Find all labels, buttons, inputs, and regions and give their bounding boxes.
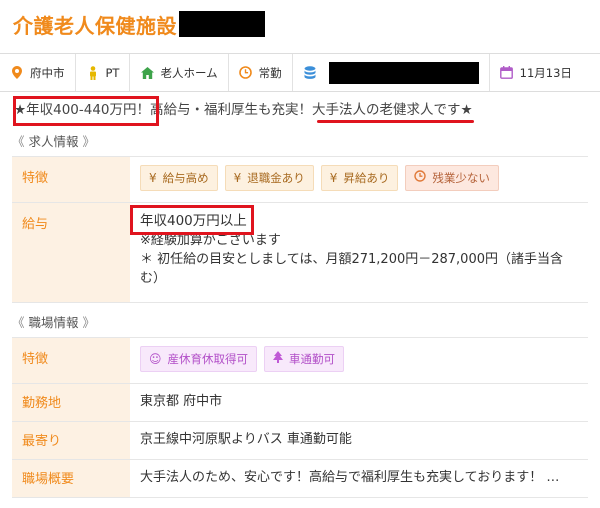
- job-info-table: 特徴 ¥ 給与高め ¥ 退職金あり ¥ 昇給あり 残業少ない 給与 年収400万円以上…: [12, 156, 588, 303]
- workplace-tags: ☺ 産休育休取得可 車通勤可: [140, 346, 578, 372]
- row-value-summary: 大手法人のため、安心です！高給与で福利厚生も充実しております！ …: [130, 459, 588, 498]
- row-label-workplace-features: 特徴: [12, 337, 130, 384]
- row-value-access: 京王線中河原駅よりバス 車通勤可能: [130, 421, 588, 460]
- person-icon: [86, 65, 100, 80]
- section-heading-workplace: 《 職場情報 》: [12, 315, 96, 330]
- tag-maternity-leave: ☺ 産休育休取得可: [140, 346, 258, 372]
- meta-facility-type: 老人ホーム: [130, 54, 229, 91]
- meta-location-text: 府中市: [30, 65, 65, 80]
- feature-tags: ¥ 給与高め ¥ 退職金あり ¥ 昇給あり 残業少ない: [140, 165, 578, 191]
- clock-icon: [414, 169, 427, 188]
- row-label-salary: 給与: [12, 202, 130, 303]
- row-label-features: 特徴: [12, 156, 130, 203]
- meta-employment-text: 常勤: [258, 65, 282, 80]
- tag-retirement: ¥ 退職金あり: [224, 165, 314, 191]
- table-row: 最寄り 京王線中河原駅よりバス 車通勤可能: [12, 421, 588, 460]
- tree-icon: [273, 350, 284, 369]
- meta-employment: 常勤: [229, 54, 293, 91]
- smiley-icon: ☺: [149, 351, 162, 366]
- meta-date-text: 11月13日: [519, 65, 572, 80]
- yen-icon: ¥: [149, 170, 157, 185]
- catch-tail: ★: [460, 102, 473, 118]
- red-highlight-box-annual: [130, 205, 254, 235]
- table-row: 特徴 ☺ 産休育休取得可 車通勤可: [12, 337, 588, 384]
- row-value-features: ¥ 給与高め ¥ 退職金あり ¥ 昇給あり 残業少ない: [130, 156, 588, 203]
- catch-highlight-company: 大手法人の老健求人です: [312, 102, 461, 118]
- salary-note-initial: ＊ 初任給の目安としましては、月額271,200円－287,000円（諸手当含む…: [140, 252, 563, 286]
- tag-high-salary: ¥ 給与高め: [140, 165, 218, 191]
- map-pin-icon: [10, 66, 24, 80]
- redacted-facility-name: [179, 11, 265, 37]
- section-heading-job: 《 求人情報 》: [12, 134, 96, 149]
- row-label-location: 勤務地: [12, 383, 130, 422]
- table-row: 給与 年収400万円以上 ※経験加算がございます ＊ 初任給の目安としましては、…: [12, 202, 588, 303]
- page-title: 介護老人保健施設: [13, 13, 177, 38]
- database-icon: [303, 65, 317, 80]
- calendar-icon: [500, 66, 514, 80]
- home-icon: [140, 66, 154, 80]
- red-highlight-box-salary: [13, 96, 159, 126]
- job-title-row: 介護老人保健施設: [13, 8, 265, 40]
- table-row: 職場概要 大手法人のため、安心です！高給与で福利厚生も充実しております！ …: [12, 459, 588, 498]
- meta-location: 府中市: [0, 54, 76, 91]
- job-meta-bar: 府中市 PT 老人ホーム 常勤 11月13日: [0, 53, 600, 92]
- row-label-summary: 職場概要: [12, 459, 130, 498]
- red-underline-company: [317, 120, 474, 123]
- row-label-access: 最寄り: [12, 421, 130, 460]
- row-value-workplace-features: ☺ 産休育休取得可 車通勤可: [130, 337, 588, 384]
- yen-icon: ¥: [329, 170, 338, 185]
- meta-job-type-text: PT: [105, 65, 120, 80]
- redacted-meta-value: [328, 61, 479, 84]
- tag-car-commute: 車通勤可: [264, 346, 345, 372]
- meta-job-type: PT: [76, 54, 131, 91]
- table-row: 勤務地 東京都 府中市: [12, 383, 588, 422]
- clock-icon: [239, 66, 253, 80]
- row-value-location: 東京都 府中市: [130, 383, 588, 422]
- table-row: 特徴 ¥ 給与高め ¥ 退職金あり ¥ 昇給あり 残業少ない: [12, 156, 588, 203]
- meta-date: 11月13日: [490, 54, 582, 91]
- yen-icon: ¥: [233, 170, 242, 185]
- workplace-info-table: 特徴 ☺ 産休育休取得可 車通勤可 勤務地 東京都 府中市 最寄り 京王線中河原駅…: [12, 337, 588, 498]
- tag-low-overtime: 残業少ない: [405, 165, 499, 191]
- meta-facility-type-text: 老人ホーム: [160, 65, 218, 80]
- catch-middle: 高給与・福利厚生も充実！: [150, 102, 313, 118]
- tag-raise: ¥ 昇給あり: [320, 165, 399, 191]
- meta-redacted: [293, 54, 490, 91]
